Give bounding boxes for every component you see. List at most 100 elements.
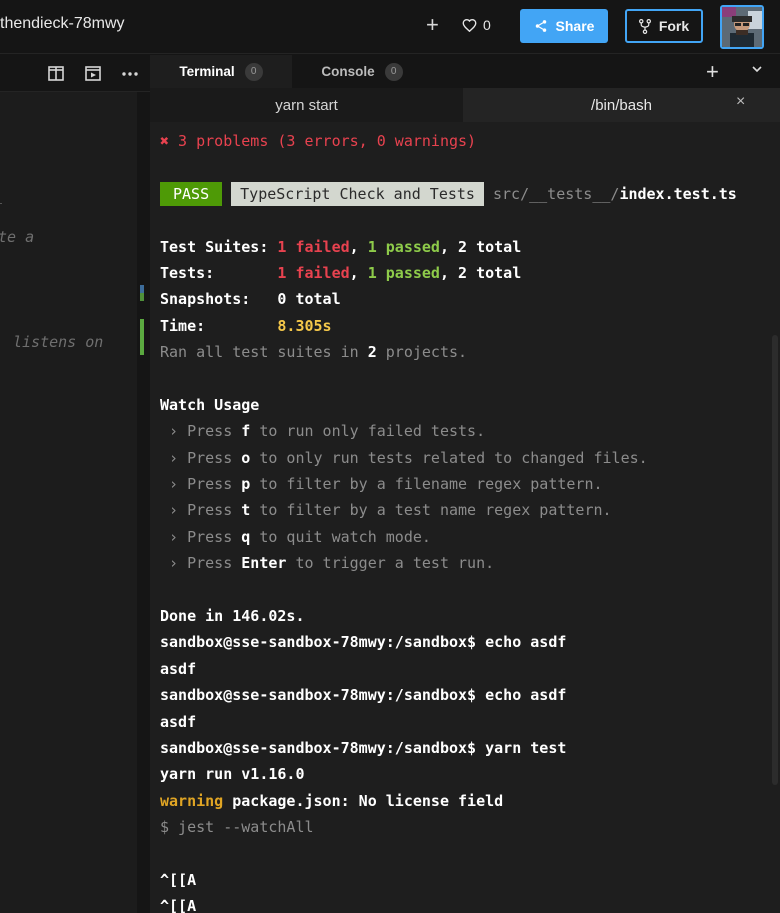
add-button[interactable]: + — [426, 13, 439, 37]
watch-text: › Press — [160, 501, 242, 520]
watch-text: › Press — [160, 448, 242, 467]
shell-output: asdf — [160, 712, 197, 731]
watch-text: to filter by a test name regex pattern. — [250, 501, 612, 520]
subtab-yarn-start[interactable]: yarn start — [150, 88, 463, 122]
ran-text: Ran all test suites in — [160, 343, 368, 362]
code-fragment: listens on — [13, 333, 104, 351]
like-button[interactable]: 0 — [462, 17, 491, 33]
watch-key: t — [241, 501, 251, 520]
terminal-output[interactable]: ✖ 3 problems (3 errors, 0 warnings) PASS… — [150, 122, 780, 913]
watch-key: q — [241, 527, 251, 546]
test-suites-line: Test Suites: 1 failed, 1 passed, 2 total — [160, 234, 780, 260]
watch-text: to filter by a filename regex pattern. — [250, 475, 603, 494]
snapshots-line: Snapshots: 0 total — [160, 290, 341, 309]
stat-label: Test Suites: — [160, 237, 278, 256]
fork-icon — [638, 18, 651, 34]
terminal-scrollbar[interactable] — [772, 335, 778, 785]
tab-terminal[interactable]: Terminal 0 — [150, 55, 292, 88]
total-count: 2 total — [458, 237, 522, 256]
warning-line: warning package.json: No license field — [160, 788, 780, 814]
yarn-version-line: yarn run v1.16.0 — [160, 765, 305, 784]
user-avatar[interactable] — [720, 5, 764, 49]
time-line: Time: 8.305s — [160, 313, 780, 339]
watch-text: › Press — [160, 475, 242, 494]
tab-label: Terminal — [179, 64, 235, 79]
editor-gutter — [137, 92, 150, 913]
watch-key: o — [241, 448, 251, 467]
close-icon[interactable]: × — [736, 93, 745, 111]
watch-item: › Press f to run only failed tests. — [160, 418, 780, 444]
separator: , — [439, 237, 459, 256]
separator: , — [349, 237, 368, 256]
new-terminal-button[interactable]: + — [706, 59, 719, 85]
ran-summary-line: Ran all test suites in 2 projects. — [160, 339, 780, 365]
passed-count: 1 passed — [367, 263, 440, 282]
editor-toolbar — [0, 55, 150, 92]
watch-text: to quit watch mode. — [250, 527, 431, 546]
more-options-icon[interactable] — [122, 72, 138, 76]
panel-tabs: Terminal 0 Console 0 + — [150, 55, 780, 88]
failed-count: 1 failed — [277, 263, 350, 282]
tab-label: Console — [321, 64, 375, 79]
watch-text: › Press — [160, 554, 242, 573]
like-count: 0 — [483, 17, 491, 33]
watch-text: to run only failed tests. — [250, 422, 486, 441]
header-bar: thendieck-78mwy + 0 Share Fork — [0, 0, 780, 54]
share-button[interactable]: Share — [520, 9, 608, 43]
shell-output: asdf — [160, 659, 197, 678]
separator: , — [349, 263, 368, 282]
watch-item: › Press p to filter by a filename regex … — [160, 471, 780, 497]
subtab-bin-bash[interactable]: /bin/bash — [463, 88, 780, 122]
jest-command-line: $ jest --watchAll — [160, 818, 314, 837]
pass-badge: PASS — [160, 181, 223, 206]
stat-label: Tests: — [160, 263, 278, 282]
fork-button[interactable]: Fork — [625, 9, 703, 43]
passed-count: 1 passed — [367, 237, 440, 256]
watch-text: to only run tests related to changed fil… — [250, 448, 648, 467]
shell-command: sandbox@sse-sandbox-78mwy:/sandbox$ echo… — [160, 633, 567, 652]
avatar-image — [722, 7, 762, 47]
ran-text: projects. — [376, 343, 468, 362]
tab-count-badge: 0 — [244, 62, 263, 81]
warning-message: package.json: No license field — [223, 791, 504, 810]
separator: , — [439, 263, 459, 282]
ran-count: 2 — [367, 343, 377, 362]
test-path-file: index.test.ts — [619, 184, 737, 203]
code-fragment: te a — [0, 228, 35, 246]
failed-count: 1 failed — [277, 237, 350, 256]
chevron-down-icon[interactable] — [752, 65, 762, 73]
share-icon — [535, 20, 546, 32]
change-marker — [140, 319, 144, 355]
test-result-header: PASS TypeScript Check and Tests src/__te… — [160, 181, 780, 207]
done-line: Done in 146.02s. — [160, 607, 305, 626]
truncated-icon — [0, 66, 4, 80]
tab-count-badge: 0 — [384, 62, 403, 81]
sandbox-title[interactable]: thendieck-78mwy — [0, 15, 125, 33]
test-path-dir: src/__tests__/ — [493, 184, 620, 203]
watch-key: Enter — [241, 554, 287, 573]
share-label: Share — [555, 18, 595, 34]
watch-text: › Press — [160, 422, 242, 441]
problems-line: ✖ 3 problems (3 errors, 0 warnings) — [160, 132, 477, 150]
watch-text: › Press — [160, 527, 242, 546]
fork-label: Fork — [658, 18, 690, 34]
preview-icon[interactable] — [85, 66, 101, 81]
code-editor[interactable]: te a listens on — [0, 92, 137, 913]
shell-command: sandbox@sse-sandbox-78mwy:/sandbox$ yarn… — [160, 738, 567, 757]
split-view-icon[interactable] — [48, 66, 64, 81]
tests-line: Tests: 1 failed, 1 passed, 2 total — [160, 260, 780, 286]
watch-item: › Press Enter to trigger a test run. — [160, 550, 780, 576]
watch-text: to trigger a test run. — [286, 554, 495, 573]
heart-icon — [462, 18, 477, 32]
watch-key: p — [241, 475, 251, 494]
watch-key: f — [241, 422, 251, 441]
total-count: 2 total — [458, 263, 522, 282]
stat-label: Time: — [160, 316, 278, 335]
terminal-subtabs: yarn start /bin/bash × — [150, 88, 780, 122]
tab-console[interactable]: Console 0 — [292, 55, 432, 88]
